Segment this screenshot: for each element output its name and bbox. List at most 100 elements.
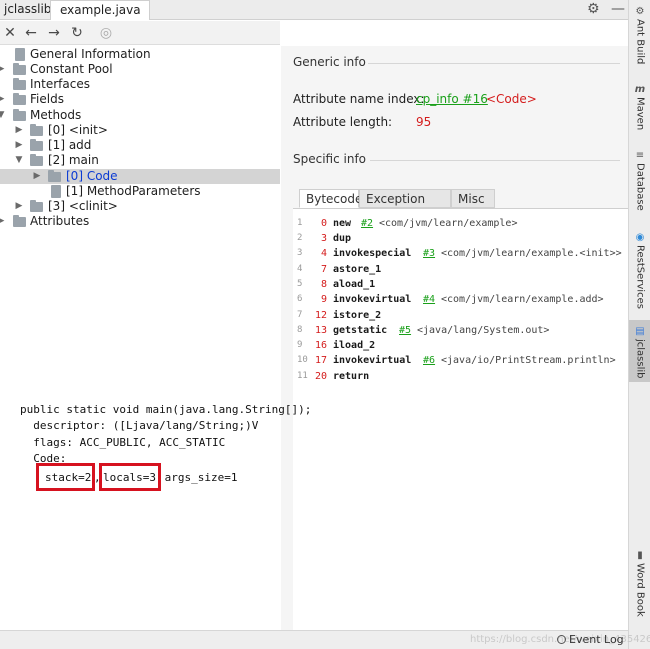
tree-item-method-init[interactable]: ▶ [0] <init>	[0, 123, 280, 138]
tree-item-general-information[interactable]: General Information	[0, 47, 280, 62]
chevron-right-icon[interactable]: ▶	[32, 169, 42, 184]
editor-tab-bar: jclasslib: example.java ✕ ⚙ —	[0, 0, 628, 36]
back-icon[interactable]: ←	[22, 24, 40, 42]
bytecode-comment: <com/jvm/learn/example>	[379, 218, 518, 229]
folder-icon	[13, 93, 26, 105]
bytecode-opcode: dup	[333, 233, 352, 244]
bytecode-opcode: invokespecial	[333, 248, 412, 259]
event-log-button[interactable]: Event Log	[557, 631, 624, 649]
gear-icon[interactable]: ⚙	[587, 0, 600, 18]
tool-ant-build[interactable]: ⚙ Ant Build	[629, 6, 650, 64]
class-structure-tree: General Information ▶ Constant Pool Inte…	[0, 46, 280, 396]
tree-item-method-main[interactable]: ▼ [2] main	[0, 153, 280, 168]
tree-item-method-parameters[interactable]: [1] MethodParameters	[0, 184, 280, 199]
tree-item-label: [2] main	[48, 153, 99, 167]
tool-rest-services[interactable]: ◉ RestServices	[629, 232, 650, 309]
bytecode-listing: 1 0 new #2 <com/jvm/learn/example> 2 3 d…	[293, 208, 628, 630]
tool-label: RestServices	[634, 245, 646, 309]
chevron-right-icon[interactable]: ▶	[0, 214, 6, 229]
bytecode-offset: 20	[314, 371, 327, 382]
attribute-name-value: <Code>	[486, 92, 537, 106]
refresh-icon[interactable]: ↻	[68, 24, 86, 42]
bytecode-comment: <com/jvm/learn/example.add>	[441, 294, 604, 305]
chevron-right-icon[interactable]: ▶	[0, 92, 6, 107]
tab-misc[interactable]: Misc	[451, 189, 495, 208]
javap-descriptor: descriptor: ([Ljava/lang/String;)V	[20, 419, 259, 432]
tree-item-fields[interactable]: ▶ Fields	[0, 92, 280, 107]
folder-icon	[30, 154, 43, 166]
bytecode-opcode: return	[333, 371, 370, 382]
bytecode-comment: <com/jvm/learn/example.<init>>	[441, 248, 622, 259]
chevron-right-icon[interactable]: ▶	[0, 62, 6, 77]
constant-pool-link[interactable]: #5	[399, 323, 411, 338]
bytecode-offset: 17	[314, 355, 327, 366]
bytecode-offset: 0	[320, 218, 327, 229]
tool-word-book[interactable]: ▮ Word Book	[629, 550, 650, 617]
minimize-icon[interactable]: —	[611, 0, 625, 18]
constant-pool-link[interactable]: #4	[423, 292, 435, 307]
tab-example-java[interactable]: example.java ✕	[50, 0, 150, 36]
tool-database[interactable]: ≡ Database	[629, 150, 650, 211]
tree-item-label: [1] add	[48, 138, 92, 152]
tab-exception-table[interactable]: Exception table	[359, 189, 451, 224]
browser-icon[interactable]: ◎	[97, 24, 115, 42]
constant-pool-link[interactable]: #6	[423, 353, 435, 368]
chevron-down-icon[interactable]: ▼	[0, 108, 6, 123]
bytecode-opcode: astore_1	[333, 264, 382, 275]
event-log-label: Event Log	[569, 633, 624, 646]
tree-item-label: [3] <clinit>	[48, 199, 118, 213]
folder-icon	[13, 109, 26, 121]
bytecode-offset: 13	[314, 325, 327, 336]
tree-item-label: Fields	[30, 92, 64, 106]
chevron-down-icon[interactable]: ▼	[14, 153, 24, 168]
attribute-name-index-label: Attribute name index:	[293, 92, 425, 106]
folder-icon	[30, 200, 43, 212]
tool-label: Maven	[634, 97, 646, 131]
divider	[368, 63, 620, 64]
close-icon[interactable]: ✕	[1, 24, 19, 42]
bytecode-comment: <java/lang/System.out>	[417, 325, 550, 336]
attribute-name-link[interactable]: cp_info #16	[416, 92, 488, 106]
constant-pool-link[interactable]: #3	[423, 246, 435, 261]
bytecode-comment: <java/io/PrintStream.println>	[441, 355, 616, 366]
tool-jclasslib[interactable]: ▤ jclasslib	[629, 320, 650, 382]
maven-icon: m	[634, 84, 646, 95]
javap-method-signature: public static void main(java.lang.String…	[20, 403, 312, 416]
tree-item-constant-pool[interactable]: ▶ Constant Pool	[0, 62, 280, 77]
tool-label: Database	[634, 163, 646, 211]
tab-bytecode[interactable]: Bytecode	[299, 189, 362, 208]
tree-item-interfaces[interactable]: Interfaces	[0, 77, 280, 92]
tree-item-label: General Information	[30, 47, 151, 61]
chevron-right-icon[interactable]: ▶	[14, 138, 24, 153]
tree-item-label: Constant Pool	[30, 62, 113, 76]
forward-icon[interactable]: →	[45, 24, 63, 42]
javap-flags: flags: ACC_PUBLIC, ACC_STATIC	[20, 436, 226, 449]
attribute-detail-pane: Generic info Attribute name index: cp_in…	[281, 46, 628, 630]
database-icon: ≡	[635, 150, 645, 161]
status-bar: https://blog.csdn.net/weixin_43542636 Ev…	[0, 630, 650, 649]
tree-item-code[interactable]: ▶ [0] Code	[0, 169, 280, 184]
bytecode-offset: 9	[320, 294, 327, 305]
bytecode-opcode: invokevirtual	[333, 355, 412, 366]
bytecode-offset: 8	[320, 279, 327, 290]
bytecode-offset: 3	[320, 233, 327, 244]
constant-pool-link[interactable]: #2	[361, 216, 373, 231]
javap-args-size: args_size=1	[158, 471, 238, 484]
bytecode-opcode: new	[333, 218, 352, 229]
bytecode-opcode: aload_1	[333, 279, 376, 290]
chevron-right-icon[interactable]: ▶	[14, 123, 24, 138]
tab-jclasslib[interactable]: jclasslib:	[0, 0, 55, 20]
jclasslib-toolbar: ✕ ← → ↻ ◎	[0, 21, 280, 45]
folder-icon	[13, 78, 26, 90]
tab-example-java-label: example.java	[60, 3, 141, 17]
tree-item-label: [0] <init>	[48, 123, 108, 137]
tree-item-methods[interactable]: ▼ Methods	[0, 108, 280, 123]
chevron-right-icon[interactable]: ▶	[14, 199, 24, 214]
file-icon	[51, 185, 61, 198]
divider	[370, 160, 620, 161]
tree-item-attributes[interactable]: ▶ Attributes	[0, 214, 280, 229]
bytecode-offset: 4	[320, 248, 327, 259]
tree-item-method-add[interactable]: ▶ [1] add	[0, 138, 280, 153]
tool-maven[interactable]: m Maven	[629, 84, 650, 130]
tree-item-method-clinit[interactable]: ▶ [3] <clinit>	[0, 199, 280, 214]
